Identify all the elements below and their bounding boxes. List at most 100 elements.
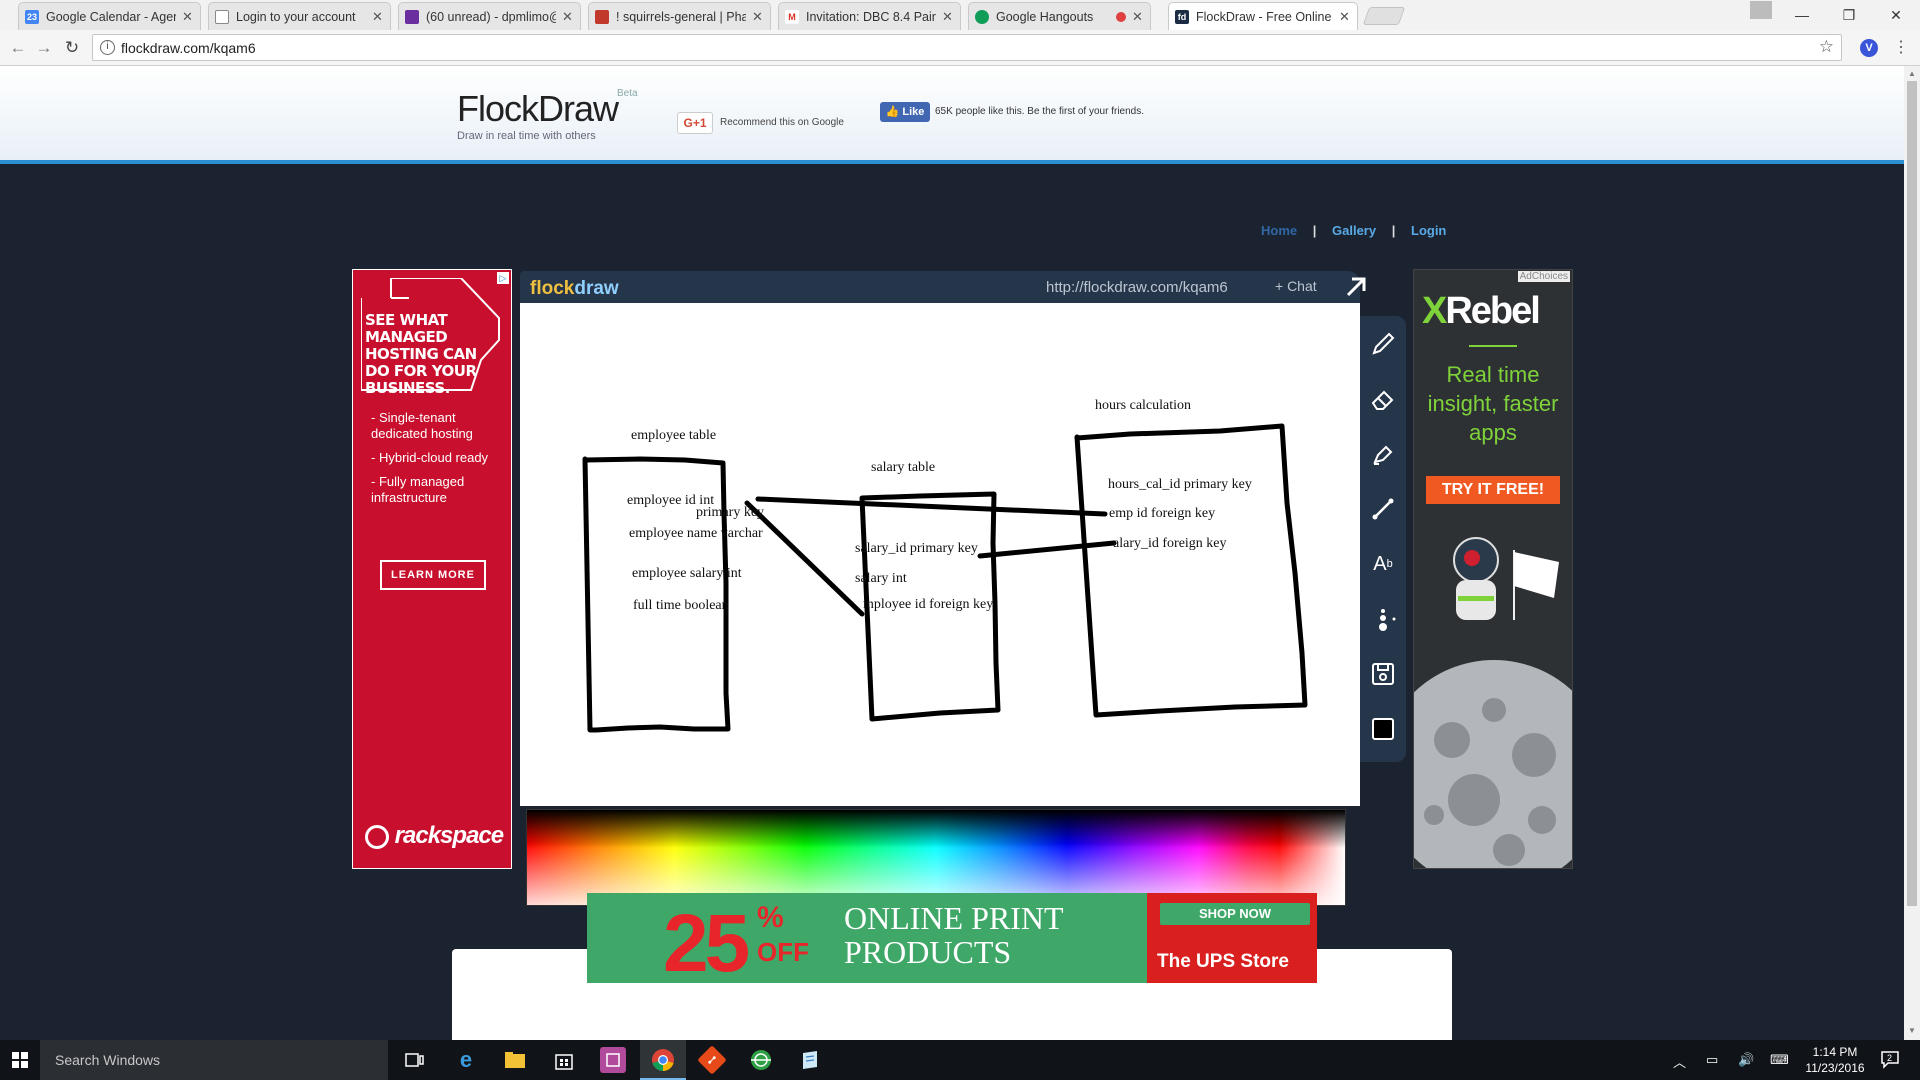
- menu-icon[interactable]: ⋮: [1893, 37, 1909, 57]
- palette-shade: [527, 810, 1345, 848]
- tab-title: (60 unread) - dpmlimo@: [426, 9, 556, 24]
- url-text: flockdraw.com/kqam6: [121, 40, 256, 56]
- address-bar[interactable]: i flockdraw.com/kqam6 ☆: [92, 34, 1842, 61]
- store-icon[interactable]: [551, 1047, 577, 1073]
- git-icon[interactable]: [697, 1045, 727, 1075]
- adchoices-label[interactable]: AdChoices: [1517, 271, 1570, 282]
- ad-bullet: Fully managed infrastructure: [371, 474, 506, 506]
- back-icon[interactable]: ←: [6, 36, 30, 60]
- expand-icon[interactable]: [1342, 273, 1372, 301]
- tab-close-icon[interactable]: ✕: [1339, 9, 1351, 25]
- browser-toolbar: ← → ↻ i flockdraw.com/kqam6 ☆ V ⋮: [0, 30, 1920, 66]
- notifications-icon[interactable]: 2: [1880, 1049, 1900, 1072]
- hours-table-box: [1074, 423, 1308, 718]
- tool-panel: Ab: [1360, 316, 1406, 762]
- learn-more-button[interactable]: LEARN MORE: [380, 560, 486, 590]
- shop-now-button[interactable]: SHOP NOW: [1160, 903, 1310, 925]
- tab-close-icon[interactable]: ✕: [182, 9, 194, 25]
- try-free-button[interactable]: TRY IT FREE!: [1426, 476, 1560, 504]
- scroll-up-icon[interactable]: ▲: [1908, 69, 1916, 78]
- ad-headline: SEE WHAT MANAGED HOSTING CAN DO FOR YOUR…: [365, 311, 477, 397]
- volume-icon[interactable]: 🔊: [1738, 1052, 1754, 1068]
- ad-subtitle: Real time insight, faster apps: [1427, 362, 1559, 445]
- file-explorer-icon[interactable]: [502, 1047, 528, 1073]
- logo-part: Rebel: [1445, 290, 1540, 332]
- tab-yahoo-mail[interactable]: (60 unread) - dpmlimo@ ✕: [398, 2, 581, 30]
- nav-home[interactable]: Home: [1261, 223, 1297, 238]
- chrome-icon[interactable]: [650, 1047, 676, 1073]
- like-label: Like: [902, 106, 925, 118]
- task-view-icon[interactable]: [402, 1047, 428, 1073]
- facebook-like-button[interactable]: 👍 Like: [880, 102, 930, 122]
- adchoices-icon[interactable]: ▷: [497, 272, 509, 284]
- logo-part: flock: [530, 278, 575, 299]
- facebook-like-text: 65K people like this. Be the first of yo…: [935, 106, 1144, 117]
- chat-button[interactable]: + Chat: [1275, 278, 1317, 294]
- gplus-button[interactable]: G+1: [677, 112, 713, 134]
- profile-icon[interactable]: [1750, 1, 1772, 19]
- share-url[interactable]: http://flockdraw.com/kqam6: [1046, 279, 1228, 296]
- yahoo-mail-icon: [405, 9, 419, 24]
- minimize-icon[interactable]: —: [1780, 4, 1824, 26]
- page-scrollbar[interactable]: ▲ ▼: [1904, 66, 1920, 1040]
- nav-gallery[interactable]: Gallery: [1332, 223, 1376, 238]
- windows-start-icon[interactable]: [12, 1052, 28, 1068]
- new-tab-button[interactable]: [1362, 7, 1406, 25]
- tab-close-icon[interactable]: ✕: [562, 9, 574, 25]
- windows-taskbar: Search Windows e ︿ ▭ 🔊 ⌨ 1:14 PM 11/23/2…: [0, 1040, 1920, 1080]
- forward-icon[interactable]: →: [32, 36, 56, 60]
- page-icon: [215, 9, 229, 24]
- clock-time: 1:14 PM: [1812, 1045, 1858, 1059]
- tab-title: Google Calendar - Agenda: [46, 9, 176, 24]
- tab-google-calendar[interactable]: 23 Google Calendar - Agenda ✕: [18, 2, 201, 30]
- scroll-down-icon[interactable]: ▼: [1908, 1026, 1916, 1035]
- brush-size-icon[interactable]: [1368, 604, 1398, 634]
- network-icon[interactable]: ▭: [1706, 1052, 1718, 1068]
- tab-close-icon[interactable]: ✕: [752, 9, 764, 25]
- tray-expand-icon[interactable]: ︿: [1673, 1052, 1686, 1071]
- ad-xrebel[interactable]: AdChoices XRebel Real time insight, fast…: [1413, 269, 1573, 869]
- close-window-icon[interactable]: ✕: [1874, 4, 1918, 26]
- info-icon[interactable]: i: [100, 40, 115, 55]
- extension-icon[interactable]: V: [1860, 39, 1878, 57]
- ups-store-banner[interactable]: 25 % OFF ONLINE PRINT PRODUCTS SHOP NOW …: [587, 893, 1317, 983]
- nav-login[interactable]: Login: [1411, 223, 1446, 238]
- save-icon[interactable]: [1368, 659, 1398, 689]
- tab-close-icon[interactable]: ✕: [942, 9, 954, 25]
- search-box[interactable]: Search Windows: [40, 1040, 388, 1080]
- clock[interactable]: 1:14 PM 11/23/2016: [1800, 1044, 1870, 1076]
- canvas-label: emp id foreign key: [1109, 506, 1216, 521]
- onenote-icon[interactable]: [600, 1047, 626, 1073]
- tab-flockdraw[interactable]: fd FlockDraw - Free Online ✕: [1168, 2, 1358, 31]
- line-tool-icon[interactable]: [1368, 494, 1398, 524]
- rackspace-r-icon: [365, 824, 389, 849]
- site-logo[interactable]: FlockDraw: [457, 88, 619, 130]
- marker-tool-icon[interactable]: [1368, 439, 1398, 469]
- tab-slack[interactable]: ! squirrels-general | Phas ✕: [588, 2, 771, 30]
- text-tool-icon[interactable]: Ab: [1368, 549, 1398, 579]
- tab-close-icon[interactable]: ✕: [1132, 9, 1144, 25]
- color-swatch-icon[interactable]: [1368, 714, 1398, 744]
- tab-title: Login to your account: [236, 9, 356, 24]
- pencil-tool-icon[interactable]: [1368, 329, 1398, 359]
- tab-gmail-invitation[interactable]: M Invitation: DBC 8.4 Pairing ✕: [778, 2, 961, 30]
- color-palette[interactable]: [526, 809, 1346, 906]
- bookmark-star-icon[interactable]: ☆: [1819, 37, 1834, 57]
- web-icon[interactable]: [748, 1047, 774, 1073]
- drawing-canvas[interactable]: hours calculation employee table salary …: [520, 303, 1360, 806]
- hangouts-icon: [975, 9, 989, 24]
- ad-rackspace[interactable]: SEE WHAT MANAGED HOSTING CAN DO FOR YOUR…: [352, 269, 512, 869]
- canvas-label: primary key: [696, 505, 765, 520]
- keyboard-icon[interactable]: ⌨: [1770, 1052, 1789, 1068]
- off-label: OFF: [757, 937, 809, 967]
- notepad-icon[interactable]: [797, 1047, 823, 1073]
- tab-hangouts[interactable]: Google Hangouts ✕: [968, 2, 1151, 30]
- scroll-thumb[interactable]: [1907, 81, 1917, 906]
- edge-icon[interactable]: e: [453, 1047, 479, 1073]
- eraser-tool-icon[interactable]: [1368, 384, 1398, 414]
- reload-icon[interactable]: ↻: [60, 36, 84, 60]
- tab-close-icon[interactable]: ✕: [372, 9, 384, 25]
- tab-title: ! squirrels-general | Phas: [616, 9, 746, 24]
- tab-login[interactable]: Login to your account ✕: [208, 2, 391, 30]
- maximize-icon[interactable]: ❐: [1827, 4, 1871, 26]
